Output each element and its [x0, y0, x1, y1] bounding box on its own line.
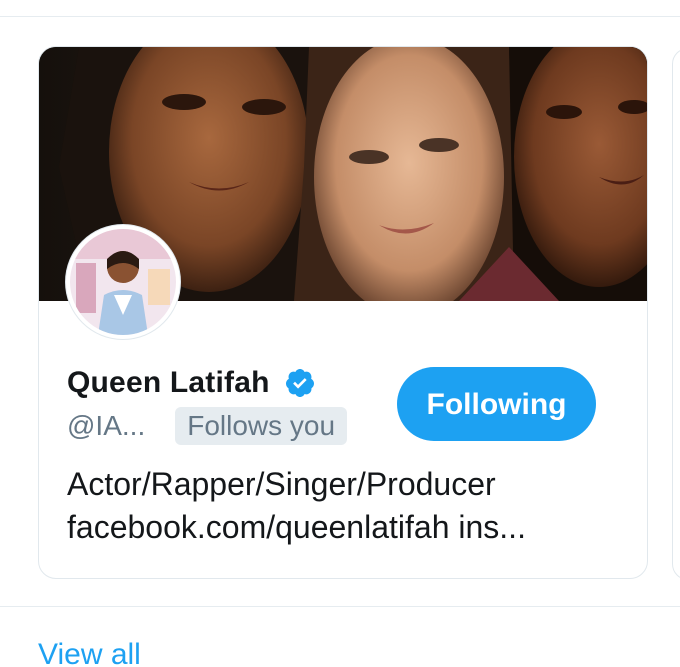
top-divider — [0, 16, 680, 17]
following-button[interactable]: Following — [397, 367, 596, 441]
handle-row: @IA... Follows you — [67, 405, 348, 447]
bio-line-1: Actor/Rapper/Singer/Producer — [67, 466, 496, 502]
bottom-divider — [0, 606, 680, 607]
name-row: Queen Latifah — [67, 361, 316, 405]
who-to-follow-panel: Queen Latifah @IA... Follows you Followi… — [0, 0, 680, 667]
avatar[interactable] — [66, 225, 180, 339]
user-card[interactable]: Queen Latifah @IA... Follows you Followi… — [38, 46, 648, 579]
follows-you-badge: Follows you — [175, 407, 348, 445]
next-user-card-peek[interactable] — [672, 48, 680, 580]
display-name[interactable]: Queen Latifah — [67, 366, 270, 400]
verified-badge-icon — [284, 367, 316, 399]
user-bio: Actor/Rapper/Singer/Producer facebook.co… — [67, 463, 627, 549]
user-handle[interactable]: @IA... — [67, 410, 145, 442]
bio-line-2[interactable]: facebook.com/queenlatifah ins... — [67, 506, 627, 549]
avatar-image — [70, 229, 176, 335]
view-all-link[interactable]: View all — [38, 638, 141, 667]
